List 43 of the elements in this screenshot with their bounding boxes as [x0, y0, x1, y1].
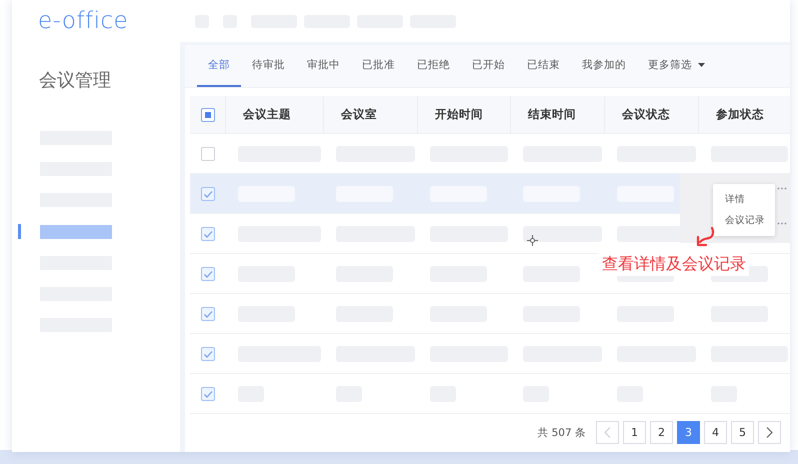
annotation-text: 查看详情及会议记录: [599, 253, 749, 276]
column-header: 参加状态: [698, 96, 790, 133]
column-header: 会议状态: [604, 96, 698, 133]
tab[interactable]: 已开始: [461, 45, 516, 87]
tab[interactable]: 全部: [197, 45, 241, 87]
sidebar-title: 会议管理: [39, 69, 112, 92]
logo[interactable]: e-office: [38, 10, 188, 32]
more-icon[interactable]: [777, 222, 787, 225]
more-icon[interactable]: [777, 187, 787, 190]
checkbox[interactable]: [200, 146, 214, 160]
menu-item[interactable]: 详情: [713, 192, 775, 206]
page-button[interactable]: 5: [731, 421, 754, 444]
page-button[interactable]: 3: [677, 421, 700, 444]
column-header: 会议主题: [225, 96, 323, 133]
page-button[interactable]: 4: [704, 421, 727, 444]
column-header: 开始时间: [417, 96, 510, 133]
checkbox[interactable]: [200, 346, 214, 360]
tab[interactable]: 已批准: [351, 45, 406, 87]
checkbox[interactable]: [200, 108, 214, 122]
menu-item[interactable]: 会议记录: [713, 214, 775, 228]
checkbox[interactable]: [200, 226, 214, 240]
column-header: 结束时间: [510, 96, 604, 133]
tab[interactable]: 待审批: [241, 45, 296, 87]
checkbox[interactable]: [200, 186, 214, 200]
total-count: 共 507 条: [537, 426, 586, 440]
page-button[interactable]: 1: [623, 421, 646, 444]
selection-marker: [18, 224, 21, 240]
chevron-left-icon: [604, 427, 611, 438]
sidebar-item[interactable]: [40, 224, 112, 239]
tab[interactable]: 已结束: [516, 45, 571, 87]
chevron-right-icon: [766, 427, 773, 438]
filter-dropdown[interactable]: 更多筛选: [637, 45, 716, 87]
page-button[interactable]: 2: [650, 421, 673, 444]
checkbox[interactable]: [200, 306, 214, 320]
caret-icon: [698, 63, 705, 67]
next-page-button[interactable]: [758, 421, 781, 444]
checkbox[interactable]: [200, 266, 214, 280]
tab[interactable]: 我参加的: [571, 45, 637, 87]
column-header: 会议室: [323, 96, 417, 133]
crosshair-cursor-icon: [527, 235, 538, 246]
tab[interactable]: 已拒绝: [406, 45, 461, 87]
checkbox[interactable]: [200, 386, 214, 400]
tab[interactable]: 审批中: [296, 45, 351, 87]
